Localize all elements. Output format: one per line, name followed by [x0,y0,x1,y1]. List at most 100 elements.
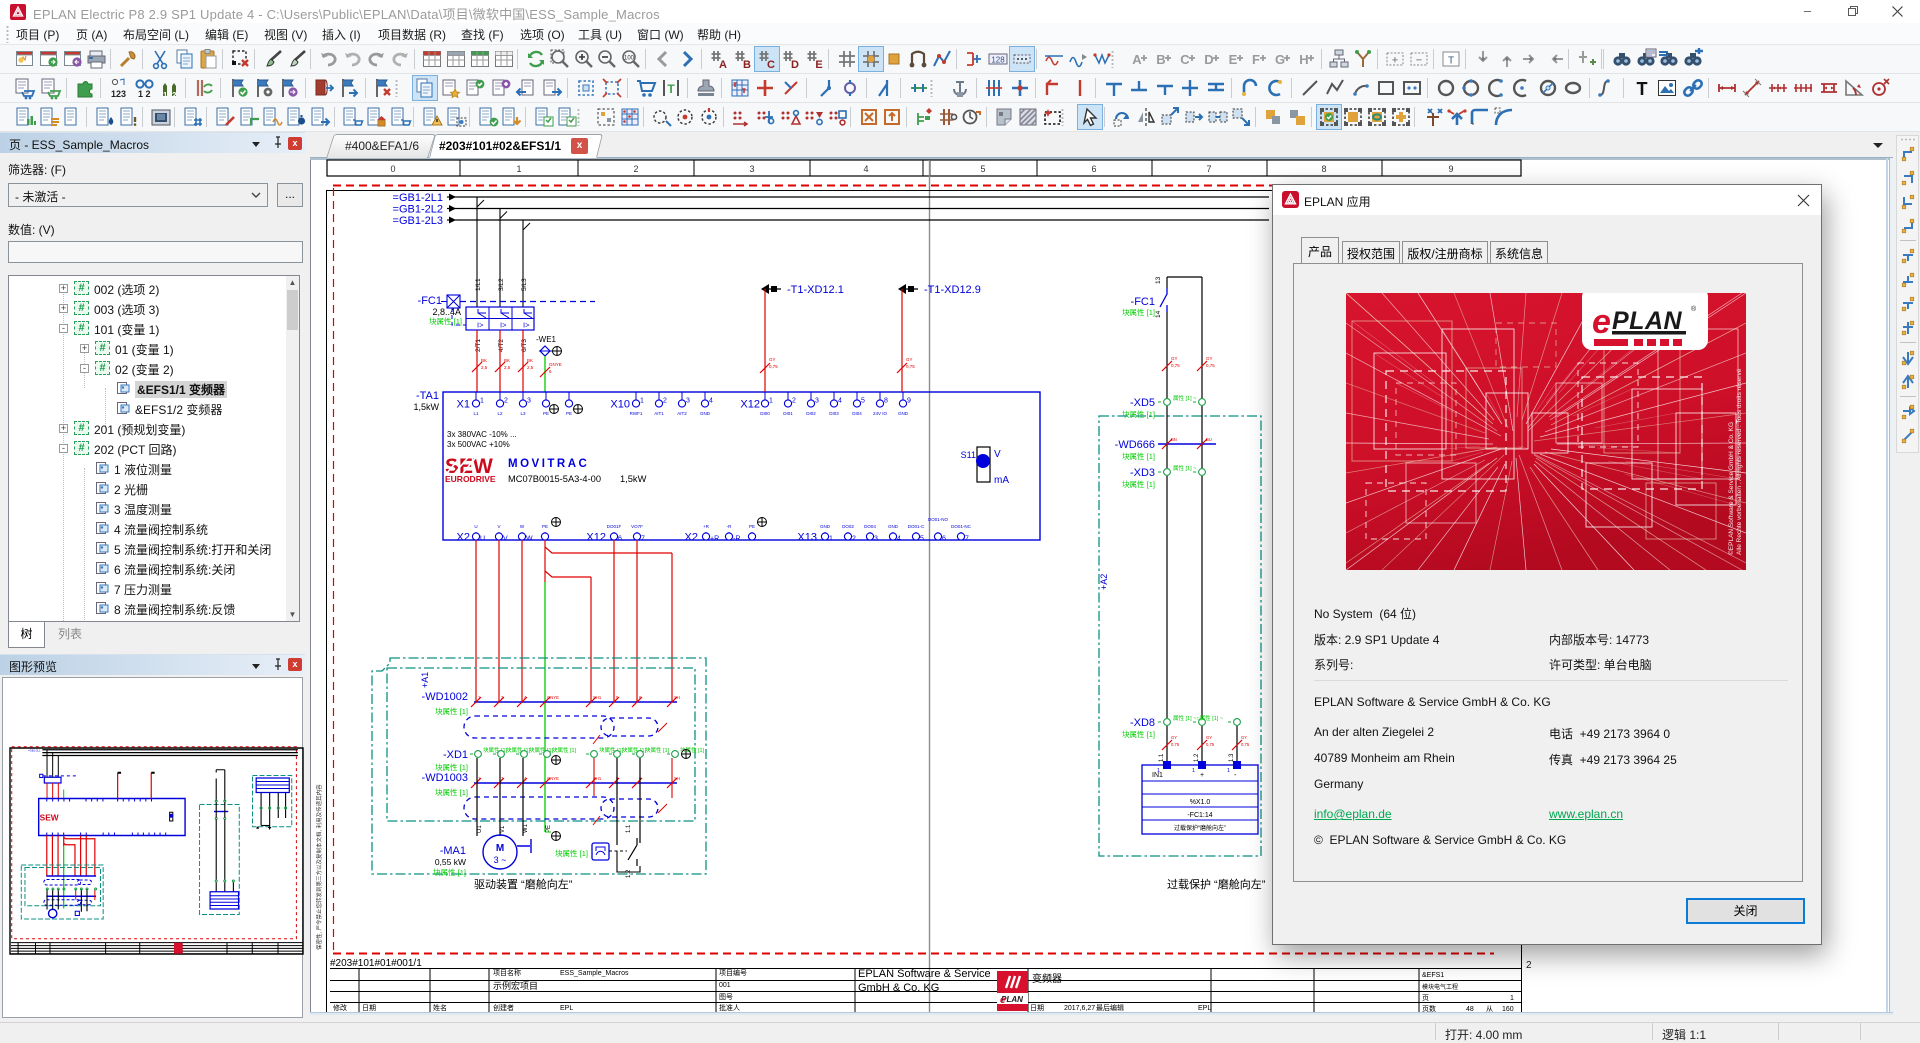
svg-text:DI00: DI00 [760,411,770,416]
svg-text:DO01-NC: DO01-NC [951,524,972,529]
svg-text:DO01-C: DO01-C [908,524,925,529]
svg-text:1.2: 1.2 [626,869,632,878]
svg-text:4: 4 [863,164,868,174]
svg-text:DI01: DI01 [783,411,793,416]
svg-text:1: 1 [163,91,168,100]
svg-text:E: E [815,59,822,71]
svg-text:8: 8 [884,398,888,405]
svg-text:2: 2 [172,91,177,100]
svg-text:GND: GND [820,524,831,529]
svg-text:SH: SH [674,776,680,781]
svg-text:-WE1: -WE1 [536,335,557,344]
svg-text:页: 页 [1422,994,1429,1002]
svg-text:-T1-XD12.1: -T1-XD12.1 [787,284,844,296]
svg-text:&EFS1: &EFS1 [1422,972,1444,979]
svg-text:过载保护“磨舱向左”: 过载保护“磨舱向左” [1174,824,1226,832]
svg-text:EURODRIVE: EURODRIVE [445,474,496,484]
svg-text:GY: GY [1171,356,1178,361]
svg-text:图号: 图号 [719,993,733,1001]
svg-text:3: 3 [815,398,819,405]
svg-text:2: 2 [663,398,667,405]
svg-text:1: 1 [1192,768,1195,774]
svg-text:块属性 [1]: 块属性 [1] [435,787,468,797]
svg-text:X1: X1 [457,399,470,411]
svg-text:S11: S11 [961,450,976,460]
svg-text:0,75: 0,75 [906,364,915,369]
svg-text:®: ® [1691,305,1697,313]
svg-text:属性 [1] ~: 属性 [1] ~ [1173,464,1196,472]
svg-text:4: 4 [838,398,842,405]
svg-text:块属性 [1]: 块属性 [1] [1122,451,1155,461]
svg-text:7: 7 [641,536,645,543]
svg-text:U: U [480,536,485,543]
svg-text:DO04: DO04 [864,524,876,529]
svg-text:100: 100 [624,56,635,62]
svg-text:C: C [1180,52,1190,67]
svg-text:Alle Rechte vorbehalten . All: Alle Rechte vorbehalten . All rights res… [1736,368,1743,555]
svg-text:0,75: 0,75 [1241,742,1250,747]
svg-text:128: 128 [991,56,1005,65]
svg-text:B: B [1156,52,1165,67]
svg-text:块属性 [1]: 块属性 [1] [435,706,468,716]
svg-text:T: T [668,82,676,96]
svg-text:GND: GND [898,411,909,416]
svg-text:3 ~: 3 ~ [494,855,507,865]
svg-text:6: 6 [549,369,552,374]
svg-text:变频器: 变频器 [1032,972,1062,985]
svg-text:-XD1: -XD1 [443,749,468,761]
svg-text:批准人: 批准人 [719,1003,740,1012]
svg-text:AIT2: AIT2 [677,411,687,416]
svg-text:A: A [1132,52,1142,67]
svg-text:7: 7 [1206,164,1211,174]
svg-text:EPLAN Software & Service: EPLAN Software & Service [858,968,991,980]
svg-text:+R: +R [710,536,719,543]
svg-text:L1: L1 [473,411,479,416]
svg-text:MC07B0015-5A3-4-00: MC07B0015-5A3-4-00 [508,474,601,484]
svg-text:%X1.0: %X1.0 [1190,799,1211,806]
svg-text:3: 3 [686,398,690,405]
svg-text:BN: BN [1171,437,1177,442]
svg-text:D: D [791,59,799,71]
svg-text:项目编号: 项目编号 [719,968,747,977]
svg-text:2,5: 2,5 [527,365,534,370]
svg-text:RWF1: RWF1 [630,411,643,416]
svg-text:X10: X10 [610,399,630,411]
svg-text:F: F [1252,52,1260,67]
svg-text:M: M [496,843,504,854]
svg-text:W: W [520,524,525,529]
svg-text:EPL: EPL [560,1005,573,1012]
svg-text:AIT1: AIT1 [654,411,664,416]
svg-text:V: V [497,524,500,529]
svg-text:5: 5 [920,536,924,543]
svg-text:X12: X12 [586,532,606,544]
svg-text:mA: mA [994,475,1009,486]
svg-text:DI04: DI04 [852,411,862,416]
svg-text:X2: X2 [685,532,698,544]
svg-text:=GB1-2L2: =GB1-2L2 [393,204,443,216]
svg-text:DO02: DO02 [842,524,854,529]
svg-text:日期: 日期 [1030,1004,1044,1012]
svg-text:-: - [1234,772,1237,779]
svg-text:DO01-NO: DO01-NO [928,517,949,522]
svg-text:PLAN: PLAN [1612,307,1683,335]
svg-text:-T1-XD12.9: -T1-XD12.9 [924,284,981,296]
svg-text:块属性 [1]: 块属性 [1] [435,762,468,772]
svg-text:123: 123 [111,89,126,99]
svg-text:+: + [1392,55,1398,67]
svg-text:24V IO: 24V IO [873,411,888,416]
svg-text:DI02: DI02 [806,411,816,416]
svg-text:MOVITRAC: MOVITRAC [508,458,589,470]
svg-text:#203#101#01#001/1: #203#101#01#001/1 [330,958,422,969]
svg-text:1: 1 [829,536,833,543]
svg-text:-R: -R [727,524,732,529]
svg-text:BK: BK [527,358,533,363]
svg-text:0,55 kW: 0,55 kW [435,857,466,867]
svg-text:EPL: EPL [1198,1005,1211,1012]
svg-text:ESS_Sample_Macros: ESS_Sample_Macros [560,970,629,977]
svg-text:创建者: 创建者 [493,1003,514,1012]
svg-text:-FC1: -FC1 [418,295,442,307]
svg-text:块属性 [1]: 块属性 [1] [1122,307,1155,317]
svg-text:块属性 [1]: 块属性 [1] [1122,409,1155,419]
svg-text:-WD666: -WD666 [1115,439,1155,451]
svg-text:001: 001 [719,982,731,989]
